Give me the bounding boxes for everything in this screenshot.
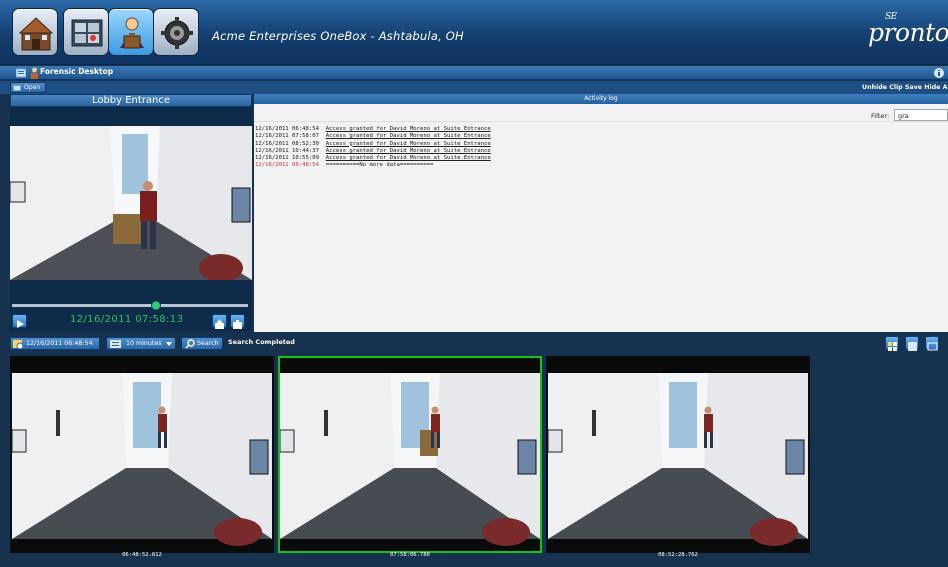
app-title: Acme Enterprises OneBox - Ashtabula, OH: [212, 29, 464, 43]
play-icon: [17, 320, 24, 328]
log-entry-link[interactable]: Access granted for David Moreno at Suite…: [326, 141, 491, 147]
thumbnail-clip[interactable]: [10, 356, 274, 553]
log-entry-link[interactable]: Access granted for David Moreno at Suite…: [326, 126, 491, 132]
desktop-title-bar: [0, 66, 948, 80]
logo-superscript: SE: [885, 12, 897, 22]
layout-grid-button[interactable]: [885, 336, 899, 351]
log-time: 12/16/2011 08:52:30: [255, 140, 319, 147]
log-time: 12/16/2011 06:48:54: [255, 126, 319, 132]
log-time: 12/16/2011 10:44:37: [255, 147, 319, 154]
log-end-row: 12/16/2011 06:48:54 ==========No more da…: [255, 162, 491, 169]
forensic-desktop-icon: [120, 17, 144, 49]
playback-scrubber[interactable]: [12, 300, 248, 311]
single-view-icon: [908, 342, 917, 351]
log-time: 12/16/2011 07:58:07: [255, 133, 319, 140]
log-row[interactable]: 12/16/2011 08:52:30 Access granted for D…: [255, 141, 491, 148]
clip-links[interactable]: Unhide Clip Save Hide A: [862, 84, 947, 91]
pronto-logo: SE pronto: [868, 12, 948, 47]
layout-fullscreen-button[interactable]: [925, 336, 939, 351]
thumbnail-frame: [279, 358, 540, 551]
log-divider: [254, 121, 948, 122]
layout-single-button[interactable]: [905, 336, 919, 351]
playback-timestamp: 12/16/2011 07:58:13: [70, 314, 184, 325]
activity-log-list: 12/16/2011 06:48:54 Access granted for D…: [255, 126, 491, 170]
settings-gear-icon: [161, 17, 193, 49]
log-entry-link[interactable]: Access granted for David Moreno at Suite…: [326, 133, 491, 139]
search-status: Search Completed: [228, 338, 295, 346]
chevron-down-icon: [166, 342, 172, 346]
forensic-user-icon: [31, 67, 38, 79]
export-icon: [215, 319, 224, 329]
duration-dropdown[interactable]: 10 minutes: [106, 337, 176, 350]
calendar-clock-icon: [13, 340, 23, 349]
home-button[interactable]: [12, 8, 58, 56]
settings-button[interactable]: [153, 8, 199, 56]
open-button[interactable]: Open: [10, 82, 46, 93]
export-clip-button[interactable]: [212, 314, 227, 329]
log-row[interactable]: 12/16/2011 10:55:09 Access granted for D…: [255, 155, 491, 162]
search-label: Search: [197, 340, 219, 347]
video-frame[interactable]: [10, 126, 252, 280]
forensic-desktop-window: Acme Enterprises OneBox - Ashtabula, OH …: [0, 0, 948, 567]
thumbnail-clip[interactable]: [278, 356, 542, 553]
logo-text: pronto: [868, 18, 948, 47]
log-end-text: ==========No more data==========: [325, 162, 434, 169]
open-label: Open: [24, 84, 41, 91]
log-entry-link[interactable]: Access granted for David Moreno at Suite…: [326, 148, 491, 154]
filter-input[interactable]: gra: [894, 109, 948, 121]
map-icon: [71, 19, 103, 47]
search-icon: [185, 339, 195, 349]
thumbnail-frame: [547, 358, 808, 551]
desktop-title: Forensic Desktop: [40, 67, 114, 76]
snapshot-button[interactable]: [230, 314, 245, 329]
info-icon[interactable]: [934, 68, 944, 78]
log-row[interactable]: 12/16/2011 06:48:54 Access granted for D…: [255, 126, 491, 133]
grid-icon: [888, 342, 897, 351]
thumbnail-frame: [11, 358, 272, 551]
duration-icon: [110, 340, 121, 348]
thumbnail-time: 07:58:06.780: [390, 552, 430, 558]
log-row[interactable]: 12/16/2011 07:58:07 Access granted for D…: [255, 133, 491, 140]
log-entry-link[interactable]: Access granted for David Moreno at Suite…: [326, 155, 491, 161]
duration-label: 10 minutes: [126, 340, 162, 347]
home-icon: [18, 17, 54, 51]
camera-icon: [233, 320, 242, 329]
thumbnail-time: 08:52:28.762: [658, 552, 698, 558]
fullscreen-icon: [927, 342, 938, 351]
camera-title: Lobby Entrance: [10, 94, 252, 107]
activity-log-title: Activity log: [254, 94, 948, 104]
thumbnail-time: 06:48:52.812: [122, 552, 162, 558]
log-row[interactable]: 12/16/2011 10:44:37 Access granted for D…: [255, 148, 491, 155]
start-time-button[interactable]: 12/16/2011 06:48:54: [10, 337, 100, 350]
play-button[interactable]: [12, 314, 27, 328]
start-time-label: 12/16/2011 06:48:54: [26, 340, 93, 347]
search-button[interactable]: Search: [181, 337, 223, 350]
toolbar-strip: [0, 81, 948, 94]
thumbnail-clip[interactable]: [546, 356, 810, 553]
log-end-time: 12/16/2011 06:48:54: [255, 162, 319, 169]
folder-icon: [13, 85, 21, 91]
filter-label: Filter:: [871, 112, 890, 120]
desktop-menu-icon[interactable]: [16, 68, 26, 78]
forensic-desktop-button[interactable]: [108, 8, 154, 56]
map-view-button[interactable]: [63, 8, 109, 56]
log-time: 12/16/2011 10:55:09: [255, 155, 319, 162]
